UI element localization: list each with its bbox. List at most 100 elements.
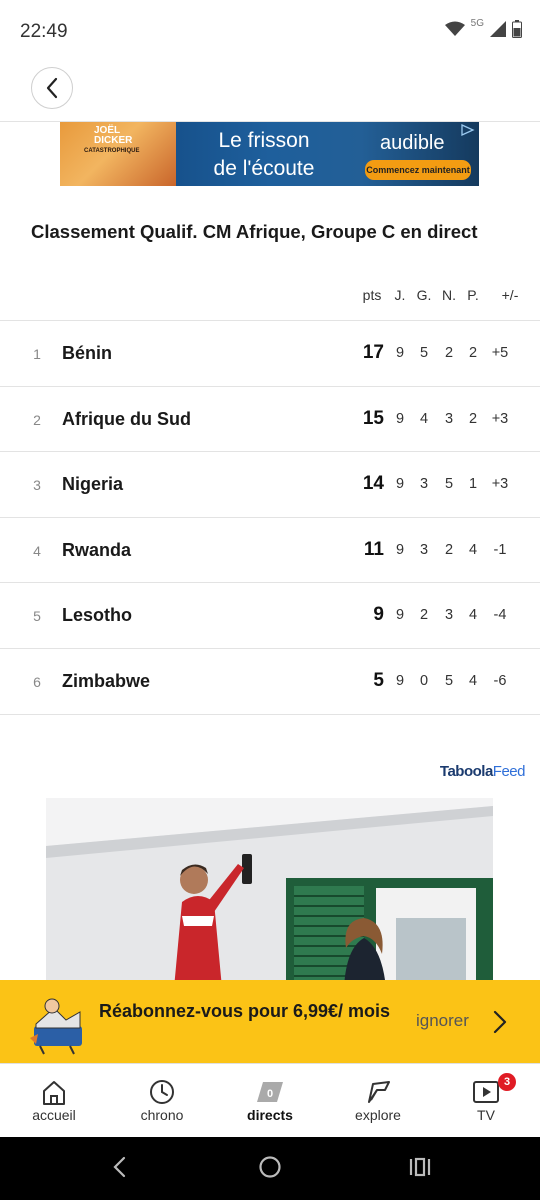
won: 2 (419, 607, 429, 624)
standings-row[interactable]: 6 Zimbabwe 5 9 0 5 4 -6 (0, 649, 540, 715)
played: 9 (395, 541, 405, 558)
goal-diff: +3 (491, 410, 509, 427)
standings-row[interactable]: 4 Rwanda 11 9 3 2 4 -1 (0, 518, 540, 584)
ad-book-title: JOËL DICKER (94, 125, 133, 146)
ad-book-subtitle: CATASTROPHIQUE (84, 148, 140, 154)
team-name: Rwanda (62, 539, 132, 560)
nav-explore[interactable]: explore (324, 1064, 432, 1138)
taboola-brand: Taboola (439, 763, 493, 780)
rank: 2 (33, 411, 41, 428)
goal-diff: +3 (491, 476, 509, 493)
won: 5 (419, 345, 429, 361)
nav-chrono[interactable]: chrono (108, 1064, 216, 1138)
points: 15 (362, 407, 384, 429)
chevron-right-icon[interactable] (492, 1010, 508, 1034)
ad-brand: audible (380, 132, 445, 154)
drawn: 2 (444, 541, 454, 558)
lost: 1 (468, 476, 478, 493)
goal-diff: -4 (493, 607, 507, 624)
ad-book-cover: JOËL DICKER CATASTROPHIQUE (60, 122, 176, 186)
ad-banner[interactable]: JOËL DICKER CATASTROPHIQUE Le frisson de… (60, 122, 479, 186)
taboola-feed-logo[interactable]: TaboolaFeed (439, 763, 526, 780)
played: 9 (395, 607, 405, 624)
team-name: Bénin (62, 343, 113, 363)
status-time: 22:49 (20, 21, 68, 42)
goal-diff: +5 (491, 345, 509, 361)
explore-icon (368, 1081, 390, 1103)
points: 11 (363, 538, 384, 560)
standings-title: Classement Qualif. CM Afrique, Groupe C … (31, 221, 478, 242)
signal-icon (490, 21, 506, 37)
drawn: 5 (444, 476, 454, 493)
nav-label-tv: TV (477, 1107, 495, 1123)
won: 3 (419, 541, 429, 558)
ad-choices-icon[interactable] (461, 124, 475, 136)
network-label: 5G (470, 17, 484, 29)
points: 5 (373, 670, 384, 691)
nav-label-accueil: accueil (32, 1107, 76, 1123)
resubscribe-banner[interactable]: Réabonnez-vous pour 6,99€/ mois ignorer (0, 980, 540, 1063)
standings-row[interactable]: 5 Lesotho 9 9 2 3 4 -4 (0, 583, 540, 649)
ad-headline: Le frisson de l'écoute (194, 127, 334, 183)
col-lost: P. (467, 287, 479, 303)
rank: 6 (33, 674, 41, 690)
rank: 5 (33, 608, 41, 625)
nav-label-chrono: chrono (140, 1107, 184, 1123)
status-bar: 22:49 5G (0, 0, 540, 64)
nav-label-explore: explore (355, 1107, 401, 1123)
system-home-icon[interactable] (258, 1155, 282, 1179)
team-name: Lesotho (62, 605, 132, 626)
nav-directs[interactable]: 0 directs (216, 1064, 324, 1138)
chevron-left-icon (46, 77, 58, 99)
team-name: Afrique du Sud (62, 408, 191, 429)
ad-headline-line2: de l'écoute (213, 157, 315, 180)
played: 9 (395, 476, 405, 493)
lost: 4 (468, 673, 478, 689)
ad-cta-button[interactable]: Commencez maintenant (365, 160, 471, 180)
battery-icon (512, 20, 522, 38)
col-goal-diff: +/- (501, 287, 519, 303)
rank: 4 (33, 542, 41, 559)
won: 3 (419, 476, 429, 493)
drawn: 2 (444, 345, 454, 361)
drawn: 5 (444, 673, 454, 689)
standings-row[interactable]: 3 Nigeria 14 9 3 5 1 +3 (0, 452, 540, 518)
rank: 1 (33, 346, 41, 362)
points: 9 (373, 604, 384, 626)
nav-tv[interactable]: TV (432, 1064, 540, 1138)
status-icons: 5G (444, 17, 522, 38)
back-button[interactable] (31, 67, 73, 109)
live-icon-number: 0 (267, 1088, 273, 1100)
resubscribe-text: Réabonnez-vous pour 6,99€/ mois (99, 1001, 391, 1021)
standings-table-header: pts J. G. N. P. +/- (0, 287, 540, 309)
lost: 2 (468, 345, 478, 361)
ignore-button[interactable]: ignorer (416, 1011, 469, 1031)
sponsored-article-image[interactable] (46, 798, 493, 988)
points: 14 (362, 473, 384, 495)
bottom-nav: accueil chrono 0 directs explore TV (0, 1063, 540, 1137)
drawn: 3 (444, 607, 454, 624)
team-name: Nigeria (62, 474, 124, 495)
nav-accueil[interactable]: accueil (0, 1064, 108, 1138)
col-won: G. (416, 287, 432, 303)
system-back-icon[interactable] (111, 1155, 127, 1179)
lost: 4 (468, 541, 478, 558)
home-icon (43, 1081, 65, 1105)
taboola-feed-label: Feed (492, 763, 526, 780)
lost: 4 (468, 607, 478, 624)
drawn: 3 (444, 410, 454, 427)
played: 9 (395, 410, 405, 427)
standings-row[interactable]: 1 Bénin 17 9 5 2 2 +5 (0, 321, 540, 387)
lost: 2 (468, 410, 478, 427)
system-recents-icon[interactable] (408, 1155, 432, 1179)
team-name: Zimbabwe (62, 671, 151, 691)
played: 9 (395, 345, 405, 361)
standings-row[interactable]: 2 Afrique du Sud 15 9 4 3 2 +3 (0, 387, 540, 453)
col-played: J. (394, 287, 406, 303)
goal-diff: -6 (493, 673, 507, 689)
article-photo (46, 798, 493, 988)
mascot-illustration-icon (30, 998, 82, 1055)
won: 0 (419, 673, 429, 689)
won: 4 (419, 410, 429, 427)
clock-icon (150, 1080, 174, 1104)
